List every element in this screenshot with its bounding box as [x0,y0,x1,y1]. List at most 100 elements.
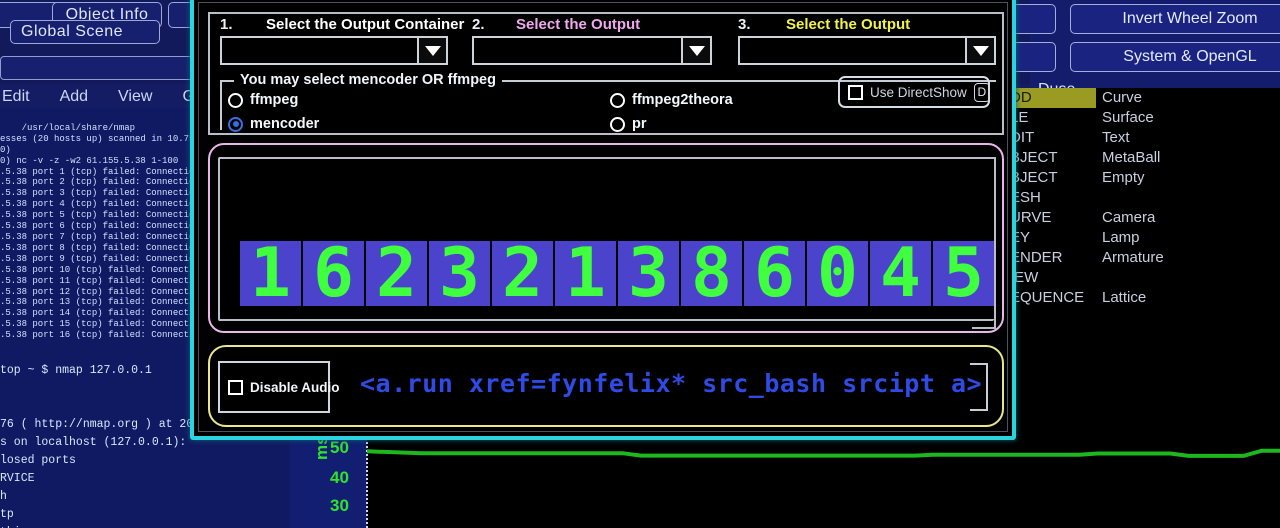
menu-item-camera[interactable]: Camera [1100,208,1270,228]
output-codec-combobox[interactable] [738,36,996,65]
chevron-down-icon [972,45,989,56]
menu-left-item-sequence[interactable]: EQUENCE [1008,288,1098,308]
radio-option-mencoder[interactable]: mencoder [228,116,319,132]
output-format-dropdown-button[interactable] [681,38,710,63]
menu-item-lamp[interactable]: Lamp [1100,228,1270,248]
menu-item-curve[interactable]: Curve [1100,88,1270,108]
disable-audio-control[interactable]: Disable Audio [218,361,340,413]
selector-3-number: 3. [738,16,751,33]
menu-left-item-add[interactable]: DD [1008,88,1096,108]
radio-pr-icon[interactable] [610,116,625,132]
menu-left-item-view[interactable]: IEW [1008,268,1098,288]
counter-digit-glyph: 6 [313,233,354,313]
counter-digit-glyph: 5 [943,233,984,313]
terminal-lower-cmd: top ~ $ nmap 127.0.0.1 [0,364,152,377]
graph-line-svg [367,448,1280,458]
counter-digit-glyph: 4 [880,233,921,313]
selector-3-title: Select the Output [786,16,911,33]
menu-left-item-file[interactable]: LE [1008,108,1098,128]
encoder-group-title: You may select mencoder OR ffmpeg [234,72,502,88]
code-bracket-decoration [970,363,988,411]
output-format-value[interactable] [474,38,681,63]
right-button-invert-wheel-zoom[interactable]: Invert Wheel Zoom [1070,4,1280,34]
menu-view[interactable]: View [118,88,152,106]
menu-left-item-object-2[interactable]: BJECT [1008,168,1098,188]
counter-digit-glyph: 3 [439,233,480,313]
graph-ytick-30: 30 [330,496,349,515]
use-directshow-key-hint: D [973,82,990,102]
menu-item-armature[interactable]: Armature [1100,248,1270,268]
radio-ffmpeg2theora-label: ffmpeg2theora [632,92,733,108]
disable-audio-checkbox[interactable] [228,379,243,395]
counter-digit-cell: 8 [681,233,742,313]
output-codec-dropdown-button[interactable] [965,38,994,63]
radio-mencoder-icon[interactable] [228,116,243,132]
right-button-system-opengl[interactable]: System & OpenGL [1070,42,1280,72]
menu-left-item-mesh[interactable]: ESH [1008,188,1098,208]
radio-option-ffmpeg[interactable]: ffmpeg [228,92,298,108]
menu-left-item-edit[interactable]: DIT [1008,128,1098,148]
radio-ffmpeg2theora-icon[interactable] [610,92,625,108]
output-container-dropdown-button[interactable] [417,38,446,63]
counter-digit-strip: 162321386045 [240,233,994,313]
menu-item-surface[interactable]: Surface [1100,108,1270,128]
menu-item-metaball[interactable]: MetaBall [1100,148,1270,168]
counter-digit-glyph: 2 [502,233,543,313]
radio-pr-label: pr [632,116,647,132]
output-selection-section: 1. Select the Output Container 2. Select… [208,12,1004,135]
disable-audio-label: Disable Audio [250,379,340,395]
output-codec-value[interactable] [740,38,965,63]
counter-display-panel: 162321386045 [208,143,1004,333]
menu-item-empty[interactable]: Empty [1100,168,1270,188]
selector-1-number: 1. [220,16,233,33]
radio-option-pr[interactable]: pr [610,116,647,132]
chevron-down-icon [424,45,441,56]
counter-digit-cell: 6 [744,239,805,307]
radio-ffmpeg-label: ffmpeg [250,92,299,108]
counter-digit-glyph: 1 [250,233,291,313]
counter-digit-cell: 2 [492,233,553,313]
menu-left-item-key[interactable]: EY [1008,228,1098,248]
counter-digit-glyph: 0 [817,233,858,313]
output-container-value[interactable] [222,38,417,63]
counter-digit-cell: 2 [366,239,427,307]
use-directshow-control[interactable]: Use DirectShow D [838,76,990,108]
radio-option-ffmpeg2theora[interactable]: ffmpeg2theora [610,92,733,108]
menu-add[interactable]: Add [60,88,88,106]
blender-button-global-scene[interactable]: Global Scene [10,20,160,44]
output-format-combobox[interactable] [472,36,712,65]
menu-left-item-curve[interactable]: URVE [1008,208,1098,228]
menu-left-item-object-1[interactable]: BJECT [1008,148,1098,168]
dialog-bottom-bar: Disable Audio <a.run xref=fynfelix* src_… [208,345,1004,427]
script-code-text: <a.run xref=fynfelix* src_bash srcipt a> [360,369,983,398]
use-directshow-label: Use DirectShow [870,84,967,100]
counter-digit-cell: 0 [807,233,868,313]
selector-2-number: 2. [472,16,485,33]
menu-left-item-render[interactable]: ENDER [1008,248,1098,268]
graph-ytick-40: 40 [330,468,349,487]
use-directshow-checkbox[interactable] [848,84,863,100]
blender-add-menu: DD LE DIT BJECT BJECT ESH URVE EY ENDER … [1008,88,1280,348]
counter-digit-glyph: 1 [565,233,606,313]
menu-edit[interactable]: Edit [2,88,30,106]
output-container-combobox[interactable] [220,36,448,65]
radio-ffmpeg-icon[interactable] [228,92,243,108]
selector-2-title: Select the Output [516,16,641,33]
counter-digit-glyph: 8 [691,233,732,313]
counter-digit-cell: 4 [870,233,931,313]
counter-digit-cell: 5 [933,233,994,313]
graph-ytick-50: 50 [330,438,349,457]
menu-item-lattice[interactable]: Lattice [1100,288,1270,308]
right-button-system-opengl-label: System & OpenGL [1123,48,1257,65]
selector-1-title: Select the Output Container [266,16,465,33]
menu-item-text[interactable]: Text [1100,128,1270,148]
counter-digit-cell: 3 [429,233,490,313]
counter-digit-glyph: 3 [628,233,669,313]
screen-root: Object Info Object Info Global Scene Edi… [0,0,1280,528]
blender-menu-left-column: DD LE DIT BJECT BJECT ESH URVE EY ENDER … [1008,88,1098,308]
right-button-invert-wheel-zoom-label: Invert Wheel Zoom [1122,10,1258,27]
selector-group-2: 2. Select the Output [472,14,716,74]
radio-mencoder-label: mencoder [250,116,320,132]
selector-group-1: 1. Select the Output Container [218,14,464,74]
counter-digit-cell: 6 [303,233,364,313]
